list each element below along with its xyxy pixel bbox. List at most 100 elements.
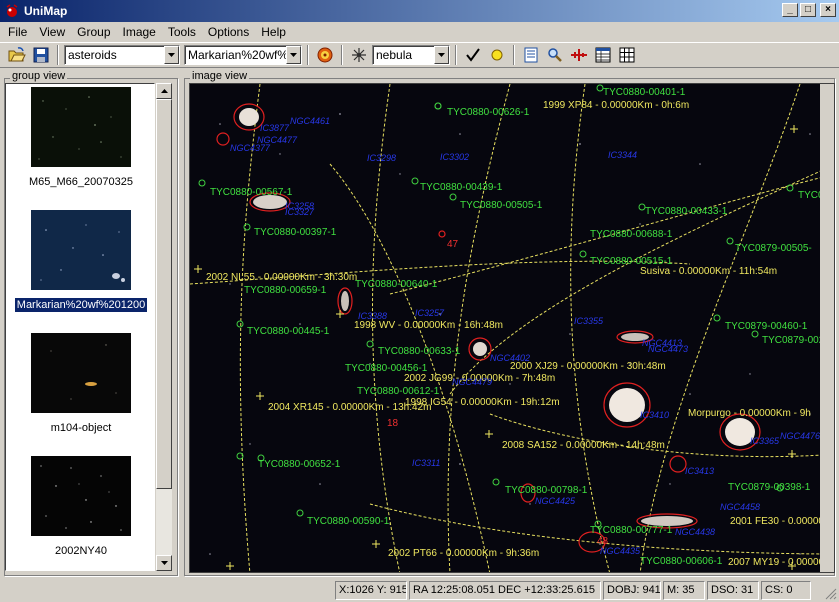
dso-label: IC3327 xyxy=(285,207,315,217)
dso-label: NGC4461 xyxy=(290,116,330,126)
dso-label: NGC4425 xyxy=(535,496,576,506)
dso-label: NGC4476 xyxy=(780,431,820,441)
chevron-down-icon[interactable] xyxy=(164,46,179,64)
grid-icon[interactable] xyxy=(616,44,638,66)
thumbnail-image xyxy=(31,87,131,167)
resize-grip-icon[interactable] xyxy=(825,588,837,600)
open-folder-icon[interactable] xyxy=(6,44,28,66)
menu-view[interactable]: View xyxy=(33,25,71,39)
canvas-scrollbar-stub xyxy=(820,84,834,572)
thumbnail-label: M65_M66_20070325 xyxy=(29,176,133,188)
star-label: TYC0880-00433-1 xyxy=(645,206,728,217)
sky-image-canvas[interactable]: TYC0880-00401-1 TYC0880-00626-1 TYC0880-… xyxy=(189,83,835,573)
asteroid-label: 2007 MY19 - 0.00000Km xyxy=(728,557,835,568)
marker-label: 18 xyxy=(387,418,399,429)
menu-bar: File View Group Image Tools Options Help xyxy=(0,22,839,42)
asteroid-label: 1999 XP84 - 0.00000Km - 0h:6m xyxy=(543,100,689,111)
list-item[interactable]: Markarian%20wf%201200 xyxy=(6,210,154,313)
status-m: M: 35 xyxy=(663,580,705,600)
group-select[interactable]: Markarian%20wf%2 xyxy=(184,45,302,65)
dso-label: IC3388 xyxy=(358,311,387,321)
title-bar: UniMap _ □ × xyxy=(0,0,839,22)
dso-label: NGC4458 xyxy=(720,502,760,512)
toolbar-separator xyxy=(307,45,309,65)
status-bar: X:1026 Y: 915 RA 12:25:08.051 DEC +12:33… xyxy=(0,578,839,602)
asteroid-label: 2002 PT66 - 0.00000Km - 9h:36m xyxy=(388,548,539,559)
table-icon[interactable] xyxy=(592,44,614,66)
star-label: TYC0879-00398-1 xyxy=(728,482,811,493)
object-type-select[interactable]: nebula xyxy=(372,45,450,65)
crosshair-icon[interactable] xyxy=(348,44,370,66)
asteroid-label: Susiva - 0.00000Km - 11h:54m xyxy=(640,266,777,277)
plane-icon[interactable] xyxy=(568,44,590,66)
checkmark-icon[interactable] xyxy=(462,44,484,66)
unimap-logo-icon xyxy=(6,4,18,17)
status-cs: CS: 0 xyxy=(761,580,811,600)
list-item[interactable]: M65_M66_20070325 xyxy=(6,87,154,189)
dso-label: IC3877 xyxy=(260,123,290,133)
asteroid-label: 2001 FE30 - 0.00000Km - 2 xyxy=(730,516,835,527)
star-label: TYC0880-00612-1 xyxy=(357,386,440,397)
close-button[interactable]: × xyxy=(820,3,836,17)
status-radec: RA 12:25:08.051 DEC +12:33:25.615 xyxy=(409,580,601,600)
thumbnail-label: Markarian%20wf%201200 xyxy=(13,297,149,313)
asteroid-label: 2002 NL55 - 0.00000Km - 3h:30m xyxy=(206,272,357,283)
star-label: TYC0879-00460-1 xyxy=(725,321,808,332)
dso-label: NGC4479 xyxy=(452,377,492,387)
menu-group[interactable]: Group xyxy=(71,25,116,39)
list-item[interactable]: m104-object xyxy=(6,333,154,435)
menu-tools[interactable]: Tools xyxy=(162,25,202,39)
dso-label: IC3302 xyxy=(440,152,469,162)
group-select-value: Markarian%20wf%2 xyxy=(188,48,286,62)
star-label: TYC0879-00505- xyxy=(735,243,812,254)
list-item[interactable]: 2002NY40 xyxy=(6,456,154,558)
status-xy: X:1026 Y: 915 xyxy=(335,580,407,600)
catalog-select-value: asteroids xyxy=(68,48,117,62)
dso-label: IC3355 xyxy=(574,316,604,326)
star-label: TYC0880-00567-1 xyxy=(210,187,293,198)
star-label: TYC0880-00439-1 xyxy=(420,182,503,193)
status-dso: DSO: 31 xyxy=(707,580,759,600)
catalog-select[interactable]: asteroids xyxy=(64,45,180,65)
thumbnail-label: m104-object xyxy=(50,422,112,434)
target-icon[interactable] xyxy=(314,44,336,66)
chevron-down-icon[interactable] xyxy=(434,46,449,64)
save-icon[interactable] xyxy=(30,44,52,66)
dso-label: NGC4473 xyxy=(648,344,688,354)
group-view-label: group view xyxy=(10,70,68,82)
document-icon[interactable] xyxy=(520,44,542,66)
group-image-list[interactable]: M65_M66_20070325 Markarian%20wf%201200 m… xyxy=(5,83,155,571)
minimize-button[interactable]: _ xyxy=(782,3,798,17)
star-label: TYC0880-00397-1 xyxy=(254,227,337,238)
group-list-scrollbar[interactable] xyxy=(156,83,172,571)
magnifier-icon[interactable] xyxy=(544,44,566,66)
dso-label: NGC4438 xyxy=(675,527,715,537)
star-label: TYC0880-00659-1 xyxy=(244,285,327,296)
dso-label: IC3413 xyxy=(685,466,714,476)
marker-label: 47 xyxy=(447,239,459,250)
menu-image[interactable]: Image xyxy=(117,25,162,39)
toolbar-separator xyxy=(513,45,515,65)
yellow-dot-icon[interactable] xyxy=(486,44,508,66)
menu-options[interactable]: Options xyxy=(202,25,255,39)
asteroid-label: 2000 XJ29 - 0.00000Km - 30h:48m xyxy=(510,361,666,372)
dso-label: IC3298 xyxy=(367,153,396,163)
thumbnail-image xyxy=(31,210,131,290)
star-label: TYC0880-00652-1 xyxy=(258,459,341,470)
star-label: TYC0880-00640-1 xyxy=(355,279,438,290)
chevron-down-icon[interactable] xyxy=(286,46,301,64)
status-dobj: DOBJ: 941 xyxy=(603,580,661,600)
dso-label: IC3410 xyxy=(640,410,669,420)
star-label: TYC0880-00633-1 xyxy=(378,346,461,357)
menu-help[interactable]: Help xyxy=(255,25,292,39)
maximize-button[interactable]: □ xyxy=(800,3,816,17)
scrollbar-thumb[interactable] xyxy=(156,99,172,489)
menu-file[interactable]: File xyxy=(2,25,33,39)
toolbar-separator xyxy=(57,45,59,65)
image-view-label: image view xyxy=(190,70,250,82)
star-label: TYC0880-00798-1 xyxy=(505,485,588,496)
scroll-up-icon[interactable] xyxy=(156,83,172,99)
dso-label: IC3365 xyxy=(750,436,780,446)
scroll-down-icon[interactable] xyxy=(156,555,172,571)
star-label: TYC0880-00606-1 xyxy=(640,556,723,567)
